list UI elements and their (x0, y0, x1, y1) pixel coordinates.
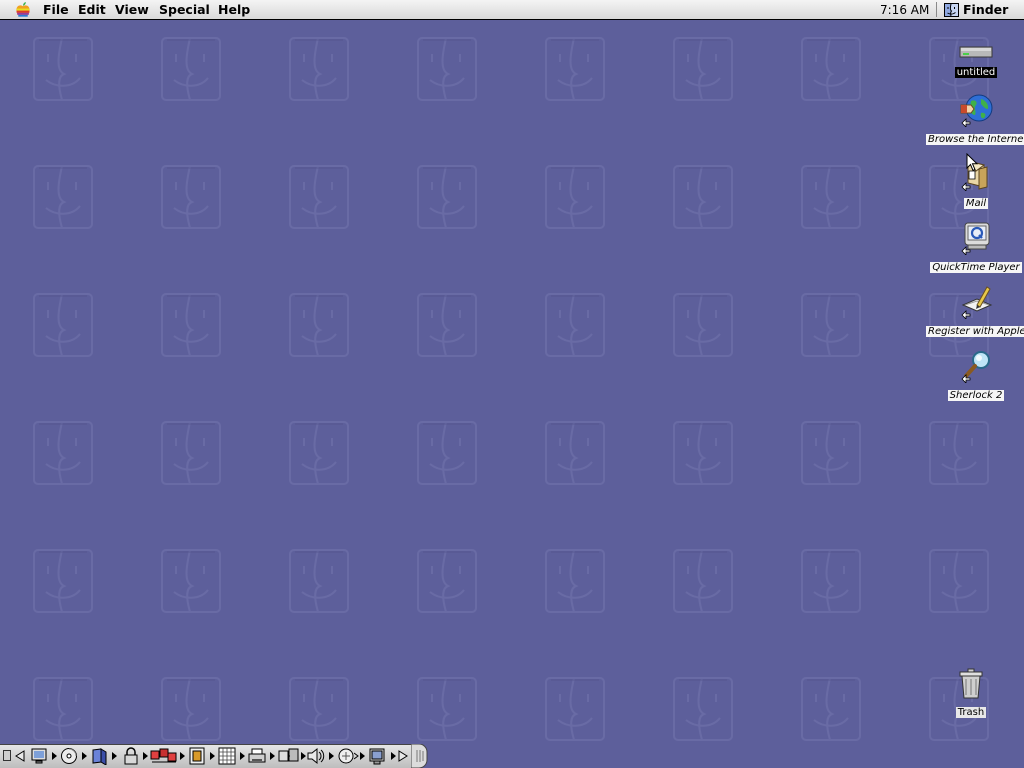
cd-icon (61, 748, 77, 764)
control-strip-close-tab[interactable] (3, 750, 11, 761)
control-strip-scroll-right[interactable] (398, 750, 408, 762)
scroll-right-icon (398, 750, 408, 762)
printer-icon (248, 748, 266, 763)
desktop-icon-label: Browse the Internet (926, 134, 1024, 145)
volume-icon (307, 747, 325, 765)
desktop-icon-quicktime-player[interactable]: QuickTime Player (926, 221, 1024, 274)
mouse-pointer-icon (966, 153, 979, 172)
desktop-icon-label: Trash (955, 707, 987, 718)
hard-disk-icon (959, 46, 993, 58)
desktop-icon-label: untitled (954, 67, 998, 78)
apple-menu-icon[interactable] (14, 1, 32, 18)
module-popup-arrow[interactable] (180, 752, 185, 760)
menu-bar: File Edit View Special Help 7:16 AM Find… (0, 0, 1024, 20)
speech-module[interactable] (337, 747, 359, 765)
desktop-icon-label: Register with Apple (926, 326, 1024, 337)
control-strip (0, 744, 430, 768)
quicktime-alias-icon (961, 222, 990, 255)
desktop-pattern (0, 20, 1024, 768)
file-sharing-module[interactable] (90, 747, 110, 765)
menu-clock[interactable]: 7:16 AM (880, 2, 929, 18)
appletalk-icon (150, 748, 177, 763)
close-tab-icon (3, 750, 11, 761)
remote-access-module[interactable] (278, 747, 300, 765)
desktop-icon-label: QuickTime Player (930, 262, 1022, 273)
desktop-icon-sherlock-2[interactable]: Sherlock 2 (926, 349, 1024, 402)
menu-file[interactable]: File (41, 2, 71, 18)
desktop-icon-register-with-apple[interactable]: Register with Apple (926, 285, 1024, 338)
desktop-icon-untitled[interactable]: untitled (926, 44, 1024, 79)
desktop-icon-trash[interactable]: Trash (921, 668, 1021, 719)
lock-icon (124, 747, 138, 765)
appletalk-module[interactable] (150, 747, 178, 765)
location-icon (369, 748, 385, 765)
keychain-module[interactable] (188, 747, 208, 765)
module-popup-arrow[interactable] (143, 752, 148, 760)
cd-module[interactable] (60, 747, 80, 765)
desktop-icon-browse-the-internet[interactable]: Browse the Internet (926, 93, 1024, 146)
menu-edit[interactable]: Edit (76, 2, 108, 18)
file-sharing-icon (92, 748, 107, 765)
volume-module[interactable] (307, 747, 327, 765)
module-popup-arrow[interactable] (112, 752, 117, 760)
sherlock-alias-icon (961, 351, 990, 383)
printer-module[interactable] (248, 747, 268, 765)
resolution-icon (218, 747, 236, 765)
monitor-bit-depth-module[interactable] (30, 747, 50, 765)
trash-icon (959, 668, 983, 699)
menubar-divider (936, 2, 937, 17)
monitor-bit-depth-icon (31, 748, 47, 764)
module-popup-arrow[interactable] (82, 752, 87, 760)
desktop[interactable]: File Edit View Special Help 7:16 AM Find… (0, 0, 1024, 768)
strip-tab-icon (411, 744, 428, 768)
menu-special[interactable]: Special (157, 2, 212, 18)
module-popup-arrow[interactable] (329, 752, 334, 760)
speech-icon (338, 748, 359, 764)
globe-alias-icon (960, 94, 993, 127)
scroll-left-icon (15, 750, 25, 762)
module-popup-arrow[interactable] (52, 752, 57, 760)
keychain-icon (189, 747, 205, 765)
module-popup-arrow[interactable] (301, 752, 306, 760)
control-strip-scroll-left[interactable] (14, 750, 26, 762)
remote-access-icon (278, 748, 299, 762)
location-module[interactable] (368, 747, 390, 765)
menu-view[interactable]: View (113, 2, 151, 18)
module-popup-arrow[interactable] (270, 752, 275, 760)
control-strip-tab[interactable] (411, 744, 429, 768)
module-popup-arrow[interactable] (240, 752, 245, 760)
register-alias-icon (961, 286, 993, 319)
resolution-module[interactable] (218, 747, 238, 765)
module-popup-arrow[interactable] (391, 752, 396, 760)
desktop-icon-label: Sherlock 2 (947, 390, 1005, 401)
menu-help[interactable]: Help (216, 2, 252, 18)
active-app-name: Finder (963, 2, 1009, 17)
lock-module[interactable] (122, 747, 142, 765)
module-popup-arrow[interactable] (210, 752, 215, 760)
desktop-icon-label: Mail (963, 198, 989, 209)
application-menu[interactable]: Finder (944, 1, 1008, 18)
finder-icon (944, 2, 959, 17)
module-popup-arrow[interactable] (360, 752, 365, 760)
